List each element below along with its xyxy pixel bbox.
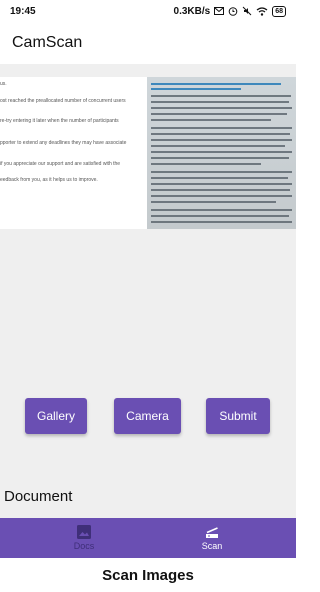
nav-label-docs: Docs [73,541,95,551]
document-text-line: us. [0,81,7,87]
scan-text-line [151,171,292,173]
scan-text-line [151,107,292,109]
document-text-line: if you appreciate our support and are sa… [0,161,121,167]
main-content: us. ost reached the preallocated number … [0,64,296,518]
app-bar: CamScan [0,22,296,64]
mute-icon [242,6,252,16]
scan-text-line [151,119,271,121]
scan-text-line [151,95,291,97]
scanner-icon [206,527,218,538]
scan-text-line [151,151,292,153]
battery-icon: 68 [272,5,286,17]
scan-text-line [151,127,292,129]
submit-button[interactable]: Submit [206,398,270,434]
scan-text-line [151,177,288,179]
scan-text-line [151,183,292,185]
scan-text-line [151,195,292,197]
nav-item-scan[interactable]: Scan [138,518,286,558]
scan-text-line [151,157,289,159]
document-text-line: pporter to extend any deadlines they may… [0,140,127,146]
document-photo-right [147,77,296,229]
scan-text-line [151,215,289,217]
status-bar: 19:45 0.3KB/s 68 [0,0,296,22]
camera-button[interactable]: Camera [114,398,181,434]
status-icons: 0.3KB/s 68 [173,5,286,17]
app-title: CamScan [12,34,83,51]
document-section-label: Document [4,488,73,505]
scan-text-line [151,221,292,223]
mail-icon [214,7,225,15]
scan-text-line [151,101,289,103]
wifi-icon [256,6,268,16]
gallery-button[interactable]: Gallery [25,398,87,434]
nav-item-docs[interactable]: Docs [10,518,158,558]
document-page-left: us. ost reached the preallocated number … [0,77,147,229]
document-text-line: re-try entering it later when the number… [0,118,119,124]
scan-text-line [151,113,287,115]
scan-text-line [151,139,292,141]
scan-text-line [151,133,290,135]
status-time: 19:45 [10,5,36,17]
scan-text-line [151,145,285,147]
alarm-icon [228,7,238,16]
scan-text-line [151,209,292,211]
nav-label-scan: Scan [201,541,223,551]
scan-text-line [151,189,290,191]
bottom-navigation: Docs Scan [0,518,296,558]
document-text-line: ost reached the preallocated number of c… [0,98,126,104]
document-text-line: eedback from you, as it helps us to impr… [0,177,98,183]
scanned-document-preview[interactable]: us. ost reached the preallocated number … [0,77,296,229]
scan-heading-line [151,83,281,85]
scan-text-line [151,163,261,165]
image-icon [77,525,91,539]
screenshot-caption: Scan Images [0,558,296,592]
scan-heading-line [151,88,241,90]
network-speed: 0.3KB/s [173,5,211,17]
scan-text-line [151,201,276,203]
